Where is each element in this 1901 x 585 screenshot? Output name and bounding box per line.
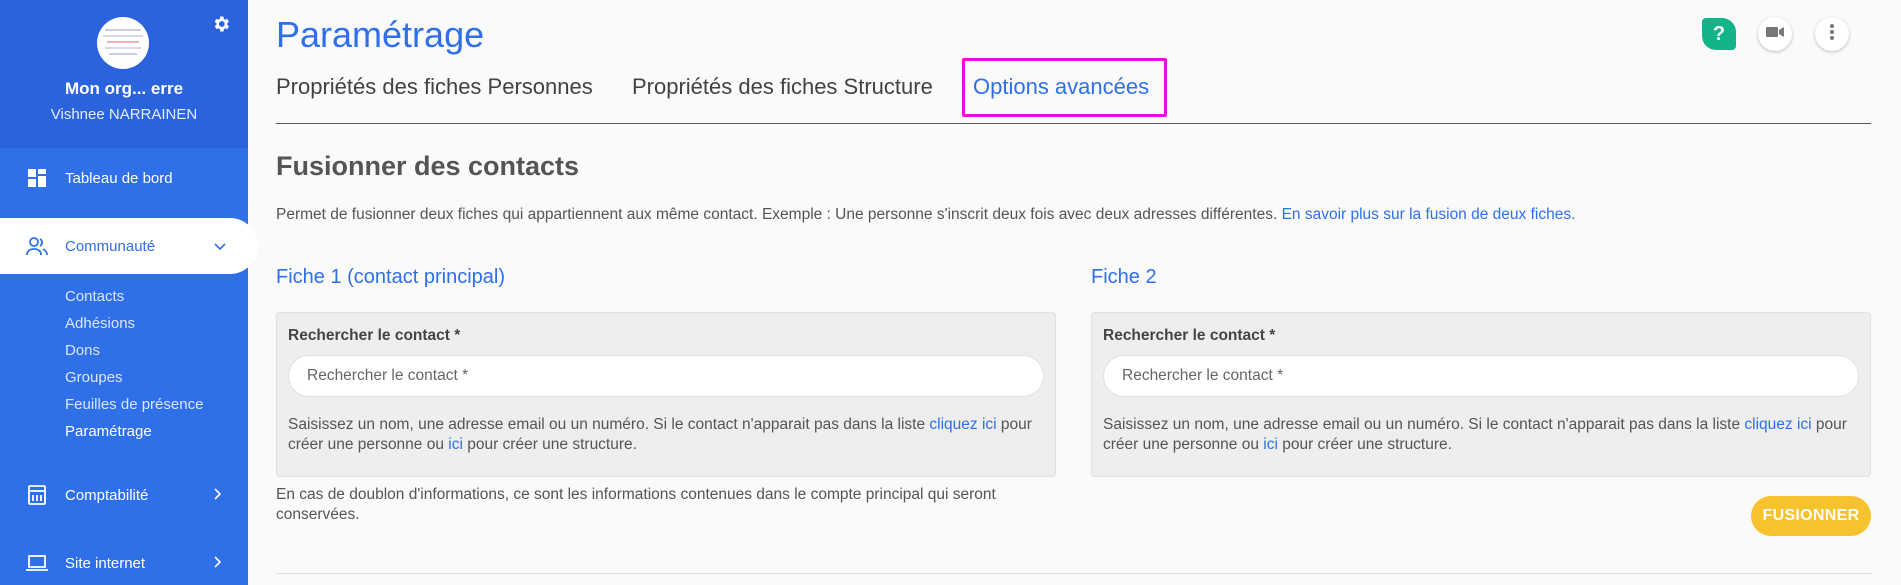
nav-dashboard[interactable]: Tableau de bord	[0, 158, 248, 198]
submenu-item[interactable]: Dons	[65, 337, 203, 364]
submenu-item-current[interactable]: Paramétrage	[65, 418, 203, 445]
org-avatar[interactable]	[97, 17, 149, 69]
nav-accounting[interactable]: Comptabilité	[0, 475, 248, 515]
card1-help-text: Saisissez un nom, une adresse email ou u…	[288, 415, 1048, 455]
submenu-item[interactable]: Contacts	[65, 283, 203, 310]
chevron-down-icon	[214, 238, 226, 254]
dashboard-icon	[26, 167, 48, 189]
help-text: pour créer une structure.	[1277, 436, 1452, 453]
tab-person-properties[interactable]: Propriétés des fiches Personnes	[276, 74, 593, 100]
submenu-item[interactable]: Groupes	[65, 364, 203, 391]
card2-search-input[interactable]	[1103, 355, 1859, 397]
card1-search-label: Rechercher le contact *	[288, 327, 461, 344]
calculator-icon	[26, 484, 48, 506]
section-description: Permet de fusionner deux fiches qui appa…	[276, 206, 1575, 224]
laptop-icon	[26, 552, 48, 574]
submenu-item[interactable]: Feuilles de présence	[65, 391, 203, 418]
chevron-right-icon	[214, 487, 222, 503]
users-icon	[26, 235, 48, 257]
card2-search-label: Rechercher le contact *	[1103, 327, 1276, 344]
submenu-item[interactable]: Adhésions	[65, 310, 203, 337]
nav-community[interactable]: Communauté	[0, 218, 258, 274]
help-button[interactable]: ?	[1702, 18, 1736, 50]
create-person-link[interactable]: cliquez ici	[1744, 416, 1811, 433]
create-structure-link[interactable]: ici	[1263, 436, 1278, 453]
help-text: pour créer une structure.	[462, 436, 637, 453]
help-text: Saisissez un nom, une adresse email ou u…	[288, 416, 930, 433]
create-person-link[interactable]: cliquez ici	[929, 416, 996, 433]
more-vertical-icon	[1830, 23, 1834, 45]
section-title: Fusionner des contacts	[276, 151, 580, 181]
nav-accounting-label: Comptabilité	[65, 486, 149, 504]
section-divider	[276, 573, 1871, 574]
video-camera-icon	[1766, 25, 1784, 43]
card1-title: Fiche 1 (contact principal)	[276, 266, 505, 288]
sidebar: Mon org... erre Vishnee NARRAINEN Tablea…	[0, 0, 258, 585]
video-button[interactable]	[1758, 17, 1792, 51]
learn-more-link[interactable]: En savoir plus sur la fusion de deux fic…	[1282, 206, 1576, 223]
card1-box: Rechercher le contact * Saisissez un nom…	[276, 312, 1056, 477]
page-title: Paramétrage	[276, 14, 485, 55]
card2-help-text: Saisissez un nom, une adresse email ou u…	[1103, 415, 1863, 455]
chevron-right-icon	[214, 555, 222, 571]
active-tab-highlight	[962, 58, 1167, 117]
create-structure-link[interactable]: ici	[448, 436, 463, 453]
card2-box: Rechercher le contact * Saisissez un nom…	[1091, 312, 1871, 477]
merge-note: En cas de doublon d'informations, ce son…	[276, 486, 996, 523]
community-submenu: Contacts Adhésions Dons Groupes Feuilles…	[65, 283, 203, 445]
gear-icon[interactable]	[210, 14, 232, 36]
tab-structure-properties[interactable]: Propriétés des fiches Structure	[632, 74, 933, 100]
description-text: Permet de fusionner deux fiches qui appa…	[276, 206, 1278, 223]
help-text: Saisissez un nom, une adresse email ou u…	[1103, 416, 1745, 433]
nav-community-label: Communauté	[65, 237, 156, 255]
sidebar-header: Mon org... erre Vishnee NARRAINEN	[0, 0, 248, 148]
card2-title: Fiche 2	[1091, 266, 1157, 288]
tabs-divider	[276, 123, 1871, 124]
card1-search-input[interactable]	[288, 355, 1044, 397]
org-name: Mon org... erre	[64, 79, 184, 98]
user-name: Vishnee NARRAINEN	[50, 106, 198, 123]
nav-dashboard-label: Tableau de bord	[65, 169, 173, 187]
nav-website-label: Site internet	[65, 554, 146, 572]
merge-button[interactable]: FUSIONNER	[1751, 496, 1871, 536]
more-options-button[interactable]	[1815, 17, 1849, 51]
nav-website[interactable]: Site internet	[0, 543, 248, 583]
